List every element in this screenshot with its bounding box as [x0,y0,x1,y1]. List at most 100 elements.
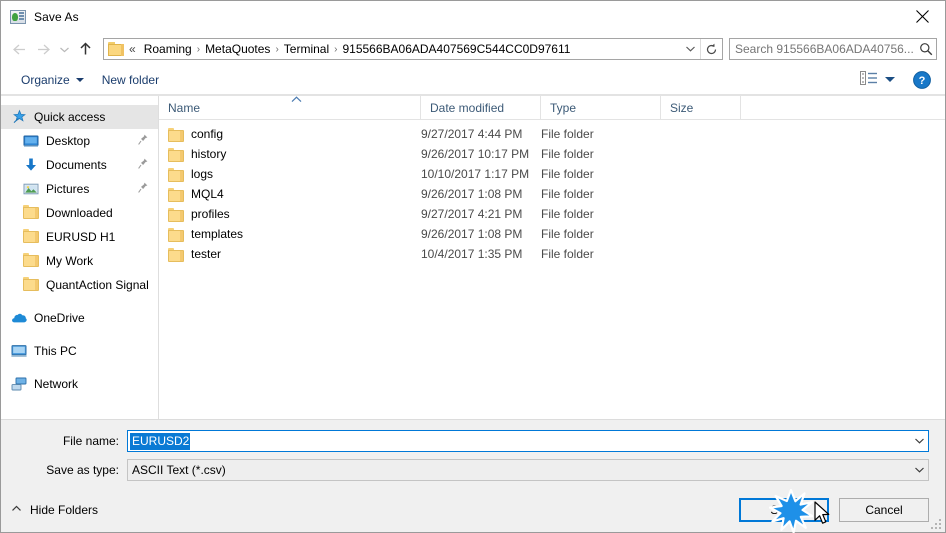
folder-icon [168,127,184,142]
recent-locations-chevron-down-icon[interactable] [55,37,73,61]
resize-grip[interactable] [929,517,941,529]
network-icon [11,376,27,392]
sidebar-item-desktop[interactable]: Desktop [1,129,158,153]
file-type-cell: File folder [541,247,594,261]
file-date-cell: 9/27/2017 4:44 PM [421,127,523,141]
search-icon[interactable] [916,42,936,56]
save-as-type-select[interactable]: ASCII Text (*.csv) [127,459,929,481]
sidebar-item-pictures[interactable]: Pictures [1,177,158,201]
cancel-button[interactable]: Cancel [839,498,929,522]
sidebar-item-label: OneDrive [34,311,85,325]
breadcrumb-item-metaquotes[interactable]: MetaQuotes [201,42,274,56]
sidebar-item-onedrive[interactable]: OneDrive [1,306,158,330]
column-header-date-modified[interactable]: Date modified [421,96,541,119]
back-arrow-icon[interactable] [7,37,31,61]
breadcrumb-item-terminal[interactable]: Terminal [280,42,333,56]
sidebar-item-network[interactable]: Network [1,372,158,396]
close-icon[interactable] [899,1,945,32]
forward-arrow-icon[interactable] [31,37,55,61]
new-folder-button[interactable]: New folder [96,70,165,90]
breadcrumb-overflow[interactable]: « [127,42,140,56]
folder-icon [168,207,184,222]
file-name-cell: profiles [159,207,421,222]
hide-folders-button[interactable]: Hide Folders [11,503,98,517]
save-as-type-label: Save as type: [46,463,119,477]
address-bar[interactable]: « Roaming › MetaQuotes › Terminal › 9155… [103,38,723,60]
sidebar-item-quantaction-signal[interactable]: QuantAction Signal [1,273,158,297]
file-date-cell: 10/10/2017 1:17 PM [421,167,530,181]
file-type-cell: File folder [541,127,594,141]
folder-icon [108,42,124,56]
view-options-button[interactable] [856,69,899,90]
column-header-label: Size [670,100,694,115]
desktop-icon [23,133,39,149]
refresh-icon[interactable] [700,39,722,59]
star-pin-icon [11,109,27,125]
organize-button[interactable]: Organize [15,70,90,90]
file-name-label: profiles [191,207,230,221]
address-chevron-down-icon[interactable] [680,39,700,59]
file-name-row: File name: EURUSD2 [17,430,929,452]
file-type-cell: File folder [541,227,594,241]
save-form: File name: EURUSD2 Save as type: ASCII T… [1,419,945,488]
sidebar-item-label: This PC [34,344,77,358]
sidebar-item-documents[interactable]: Documents [1,153,158,177]
column-header-label: Name [168,100,201,115]
folder-icon [23,277,39,293]
sidebar-divider [1,297,158,306]
file-name-label: config [191,127,224,141]
file-type-cell: File folder [541,187,594,201]
up-arrow-icon[interactable] [73,37,97,61]
table-row[interactable]: profiles 9/27/2017 4:21 PM File folder [159,204,945,224]
table-row[interactable]: config 9/27/2017 4:44 PM File folder [159,124,945,144]
table-row[interactable]: history 9/26/2017 10:17 PM File folder [159,144,945,164]
sidebar-item-eurusd-h1[interactable]: EURUSD H1 [1,225,158,249]
column-header-name[interactable]: Name [159,96,421,119]
pin-icon[interactable] [138,158,148,172]
onedrive-icon [11,310,27,326]
metatrader-icon [10,9,26,25]
sidebar-divider [1,330,158,339]
sidebar-item-label: Downloaded [46,206,113,220]
sidebar-item-quick-access[interactable]: Quick access [1,105,158,129]
chevron-down-icon[interactable] [911,437,928,445]
file-name-label: tester [191,247,222,261]
chevron-down-icon[interactable] [911,466,928,474]
sort-ascending-icon [291,95,302,105]
breadcrumb-item-roaming[interactable]: Roaming [140,42,196,56]
folder-icon [168,227,184,242]
file-name-cell: templates [159,227,421,242]
pin-icon[interactable] [138,182,148,196]
table-row[interactable]: logs 10/10/2017 1:17 PM File folder [159,164,945,184]
table-row[interactable]: tester 10/4/2017 1:35 PM File folder [159,244,945,264]
sidebar-item-label: Pictures [46,182,90,196]
table-row[interactable]: MQL4 9/26/2017 1:08 PM File folder [159,184,945,204]
table-row[interactable]: templates 9/26/2017 1:08 PM File folder [159,224,945,244]
sidebar-item-my-work[interactable]: My Work [1,249,158,273]
documents-icon [23,157,39,173]
save-button[interactable]: Save [739,498,829,522]
search-input[interactable] [735,42,916,56]
save-as-type-row: Save as type: ASCII Text (*.csv) [17,459,929,481]
column-header-size[interactable]: Size [661,96,741,119]
sidebar-item-this-pc[interactable]: This PC [1,339,158,363]
file-name-label: templates [191,227,244,241]
pictures-icon [23,181,39,197]
sidebar-item-label: EURUSD H1 [46,230,116,244]
file-date-cell: 9/27/2017 4:21 PM [421,207,523,221]
breadcrumb-item-instance-id[interactable]: 915566BA06ADA407569C544CC0D97611 [338,42,574,56]
column-headers: Name Date modified Type Size [159,96,945,120]
chevron-down-icon [75,77,84,82]
pin-icon[interactable] [138,134,148,148]
help-icon[interactable]: ? [913,70,931,89]
search-box[interactable] [729,38,937,60]
sidebar-item-downloaded[interactable]: Downloaded [1,201,158,225]
file-rows: config 9/27/2017 4:44 PM File folder his… [159,120,945,264]
hide-folders-label: Hide Folders [30,503,99,517]
folder-icon [23,205,39,221]
file-name-value: EURUSD2 [130,432,191,450]
file-date-cell: 9/26/2017 1:08 PM [421,187,523,201]
column-header-type[interactable]: Type [541,96,661,119]
this-pc-icon [11,343,27,359]
file-name-input[interactable]: EURUSD2 [127,430,929,452]
